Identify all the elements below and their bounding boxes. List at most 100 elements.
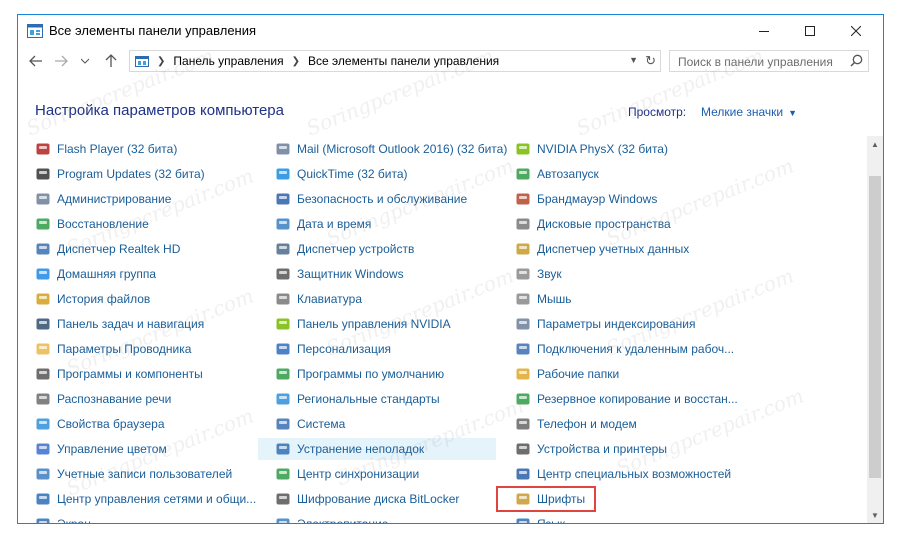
item-label[interactable]: Система [297, 417, 345, 431]
caret-down-icon[interactable]: ▼ [788, 108, 797, 118]
control-panel-item[interactable]: Телефон и модем [498, 413, 736, 435]
item-label[interactable]: Устранение неполадок [297, 442, 424, 456]
control-panel-item[interactable]: Восстановление [18, 213, 256, 235]
item-label[interactable]: Восстановление [57, 217, 149, 231]
view-mode-dropdown[interactable]: Мелкие значки ▼ [701, 105, 797, 119]
control-panel-item[interactable]: Программы и компоненты [18, 363, 256, 385]
item-label[interactable]: Телефон и модем [537, 417, 637, 431]
item-label[interactable]: Защитник Windows [297, 267, 404, 281]
control-panel-item[interactable]: Панель задач и навигация [18, 313, 256, 335]
item-label[interactable]: Распознавание речи [57, 392, 171, 406]
item-label[interactable]: Свойства браузера [57, 417, 165, 431]
forward-button[interactable] [51, 51, 71, 71]
search-input[interactable] [676, 52, 850, 72]
control-panel-item[interactable]: Flash Player (32 бита) [18, 138, 256, 160]
scroll-down-icon[interactable]: ▼ [867, 507, 883, 523]
breadcrumb-all-items[interactable]: Все элементы панели управления [308, 54, 499, 68]
item-label[interactable]: NVIDIA PhysX (32 бита) [537, 142, 668, 156]
item-label[interactable]: Диспетчер устройств [297, 242, 414, 256]
item-label[interactable]: Клавиатура [297, 292, 362, 306]
item-label[interactable]: Персонализация [297, 342, 391, 356]
control-panel-item[interactable]: Резервное копирование и восстан... [498, 388, 738, 410]
item-label[interactable]: Центр синхронизации [297, 467, 419, 481]
item-label[interactable]: Программы по умолчанию [297, 367, 444, 381]
control-panel-item[interactable]: Устранение неполадок [258, 438, 496, 460]
item-label[interactable]: Домашняя группа [57, 267, 156, 281]
control-panel-item[interactable]: Диспетчер устройств [258, 238, 496, 260]
control-panel-item[interactable]: Program Updates (32 бита) [18, 163, 256, 185]
breadcrumb-control-panel[interactable]: Панель управления [173, 54, 283, 68]
item-label[interactable]: Дата и время [297, 217, 371, 231]
item-label[interactable]: Параметры индексирования [537, 317, 695, 331]
item-label[interactable]: Flash Player (32 бита) [57, 142, 177, 156]
control-panel-item[interactable]: Центр синхронизации [258, 463, 496, 485]
control-panel-item[interactable]: Персонализация [258, 338, 496, 360]
search-box[interactable] [669, 50, 869, 72]
control-panel-item[interactable]: Домашняя группа [18, 263, 256, 285]
view-mode-value[interactable]: Мелкие значки [701, 105, 783, 119]
item-label[interactable]: Электропитание [297, 517, 388, 523]
control-panel-item[interactable]: Подключения к удаленным рабоч... [498, 338, 736, 360]
item-label[interactable]: Центр управления сетями и общи... [57, 492, 256, 506]
control-panel-item[interactable]: Центр специальных возможностей [498, 463, 736, 485]
scrollbar-thumb[interactable] [869, 176, 881, 478]
breadcrumb-separator-icon[interactable]: ❯ [157, 56, 165, 67]
item-label[interactable]: Брандмауэр Windows [537, 192, 657, 206]
control-panel-item[interactable]: Свойства браузера [18, 413, 256, 435]
item-label[interactable]: Автозапуск [537, 167, 599, 181]
control-panel-item[interactable]: Диспетчер учетных данных [498, 238, 736, 260]
minimize-button[interactable] [741, 15, 787, 47]
control-panel-item[interactable]: Шрифты [496, 486, 596, 512]
recent-locations-button[interactable] [75, 51, 95, 71]
item-label[interactable]: Администрирование [57, 192, 171, 206]
control-panel-item[interactable]: Язык [498, 513, 736, 523]
address-box[interactable]: ❯ Панель управления ❯ Все элементы панел… [129, 50, 661, 72]
control-panel-item[interactable]: Распознавание речи [18, 388, 256, 410]
item-label[interactable]: Mail (Microsoft Outlook 2016) (32 бита) [297, 142, 507, 156]
item-label[interactable]: Устройства и принтеры [537, 442, 667, 456]
control-panel-item[interactable]: Параметры индексирования [498, 313, 736, 335]
item-label[interactable]: Рабочие папки [537, 367, 619, 381]
vertical-scrollbar[interactable]: ▲ ▼ [867, 136, 883, 523]
control-panel-item[interactable]: Программы по умолчанию [258, 363, 496, 385]
scroll-up-icon[interactable]: ▲ [867, 136, 883, 152]
item-label[interactable]: Program Updates (32 бита) [57, 167, 205, 181]
control-panel-item[interactable]: Дата и время [258, 213, 496, 235]
item-label[interactable]: Программы и компоненты [57, 367, 203, 381]
control-panel-item[interactable]: Параметры Проводника [18, 338, 256, 360]
control-panel-item[interactable]: Электропитание [258, 513, 496, 523]
back-button[interactable] [26, 51, 46, 71]
control-panel-item[interactable]: Рабочие папки [498, 363, 736, 385]
item-label[interactable]: Подключения к удаленным рабоч... [537, 342, 734, 356]
control-panel-item[interactable]: Управление цветом [18, 438, 256, 460]
control-panel-item[interactable]: NVIDIA PhysX (32 бита) [498, 138, 736, 160]
control-panel-item[interactable]: Центр управления сетями и общи... [18, 488, 256, 510]
control-panel-item[interactable]: Экран [18, 513, 256, 523]
control-panel-item[interactable]: Защитник Windows [258, 263, 496, 285]
control-panel-item[interactable]: Региональные стандарты [258, 388, 496, 410]
control-panel-item[interactable]: Дисковые пространства [498, 213, 736, 235]
address-dropdown-icon[interactable]: ▼ [629, 55, 638, 65]
close-button[interactable] [833, 15, 879, 47]
item-label[interactable]: Безопасность и обслуживание [297, 192, 467, 206]
item-label[interactable]: Диспетчер Realtek HD [57, 242, 180, 256]
up-button[interactable] [101, 51, 121, 71]
maximize-button[interactable] [787, 15, 833, 47]
control-panel-item[interactable]: Устройства и принтеры [498, 438, 736, 460]
item-label[interactable]: Мышь [537, 292, 572, 306]
control-panel-item[interactable]: Администрирование [18, 188, 256, 210]
control-panel-item[interactable]: Система [258, 413, 496, 435]
control-panel-item[interactable]: Брандмауэр Windows [498, 188, 736, 210]
item-label[interactable]: Региональные стандарты [297, 392, 440, 406]
item-label[interactable]: QuickTime (32 бита) [297, 167, 408, 181]
item-label[interactable]: Язык [537, 517, 565, 523]
item-label[interactable]: Центр специальных возможностей [537, 467, 731, 481]
control-panel-item[interactable]: Безопасность и обслуживание [258, 188, 496, 210]
item-label[interactable]: Диспетчер учетных данных [537, 242, 689, 256]
item-label[interactable]: Параметры Проводника [57, 342, 191, 356]
item-label[interactable]: Шифрование диска BitLocker [297, 492, 459, 506]
control-panel-item[interactable]: Шифрование диска BitLocker [258, 488, 496, 510]
item-label[interactable]: Дисковые пространства [537, 217, 671, 231]
item-label[interactable]: Экран [57, 517, 91, 523]
control-panel-item[interactable]: Диспетчер Realtek HD [18, 238, 256, 260]
